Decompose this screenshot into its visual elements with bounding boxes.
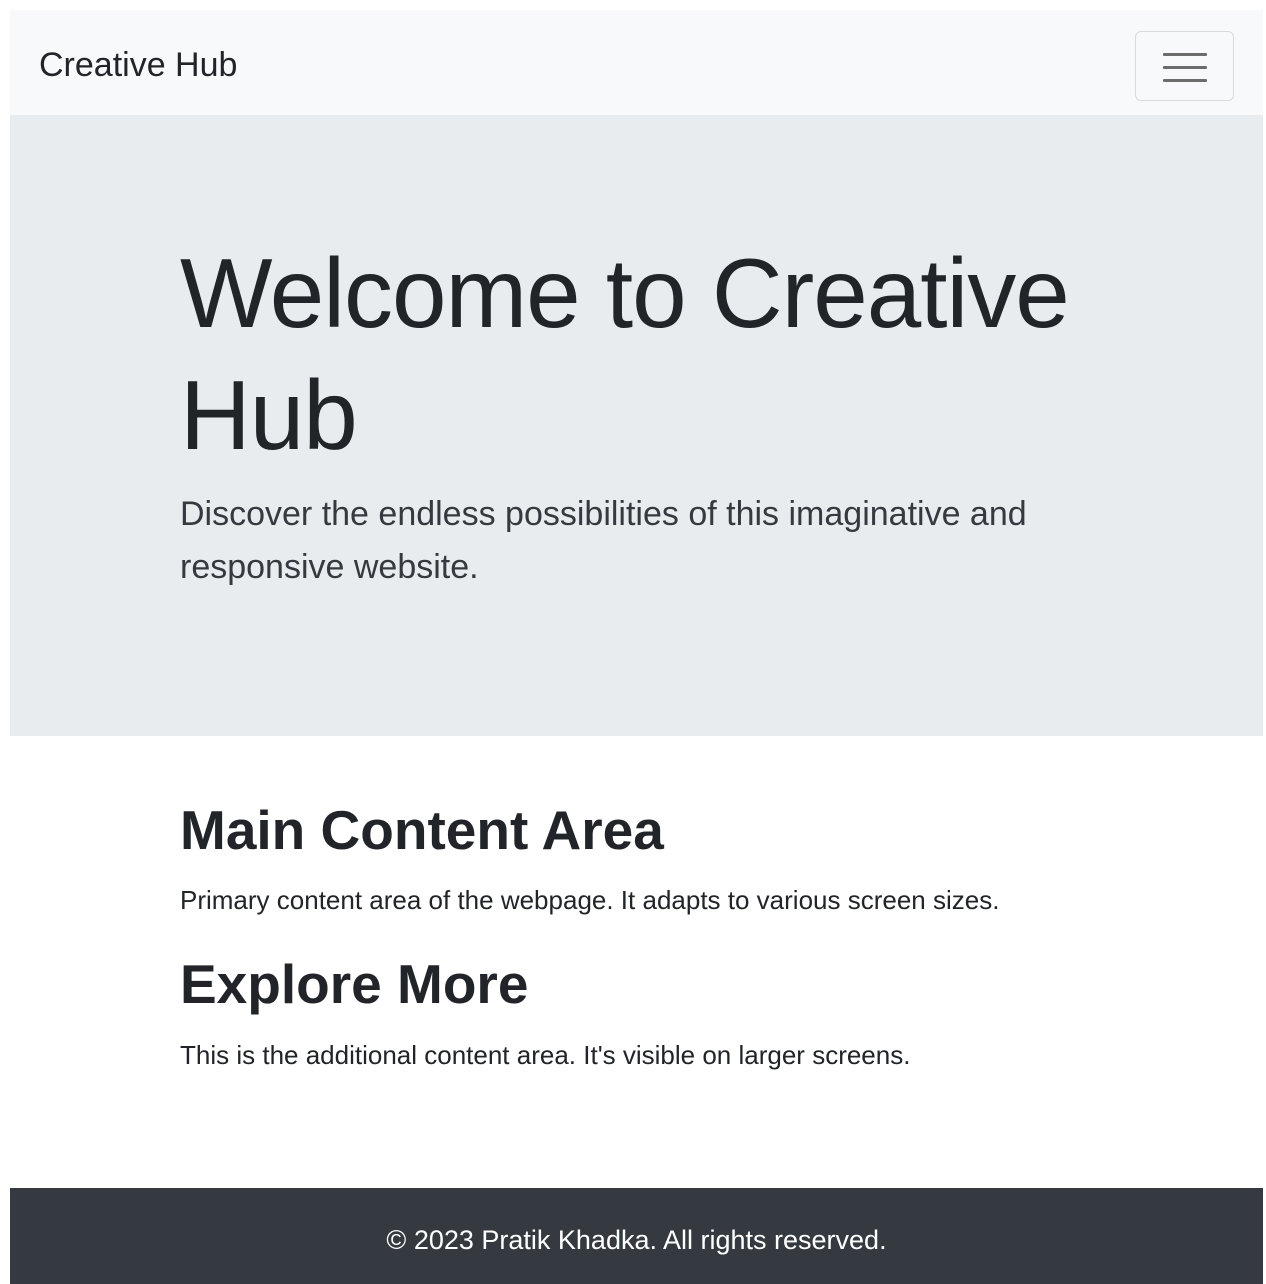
- footer-copyright: © 2023 Pratik Khadka. All rights reserve…: [386, 1225, 887, 1255]
- jumbotron: Welcome to Creative Hub Discover the end…: [10, 115, 1263, 736]
- page-edge: [0, 0, 100, 10]
- hamburger-bar: [1163, 66, 1207, 69]
- navbar-toggler-button[interactable]: [1135, 31, 1234, 101]
- navbar-brand[interactable]: Creative Hub: [39, 45, 237, 85]
- footer: © 2023 Pratik Khadka. All rights reserve…: [10, 1188, 1263, 1284]
- hamburger-bar: [1163, 53, 1207, 56]
- explore-heading: Explore More: [180, 953, 529, 1015]
- hamburger-bar: [1163, 79, 1207, 82]
- page-frame: Creative Hub Welcome to Creative Hub Dis…: [10, 10, 1263, 1284]
- explore-text: This is the additional content area. It'…: [180, 1040, 911, 1070]
- main-content-heading: Main Content Area: [180, 799, 664, 861]
- hero-lead: Discover the endless possibilities of th…: [180, 495, 1027, 586]
- main-content-text: Primary content area of the webpage. It …: [180, 885, 1000, 915]
- navbar: Creative Hub: [10, 10, 1263, 115]
- hero-title: Welcome to Creative Hub: [180, 238, 1070, 470]
